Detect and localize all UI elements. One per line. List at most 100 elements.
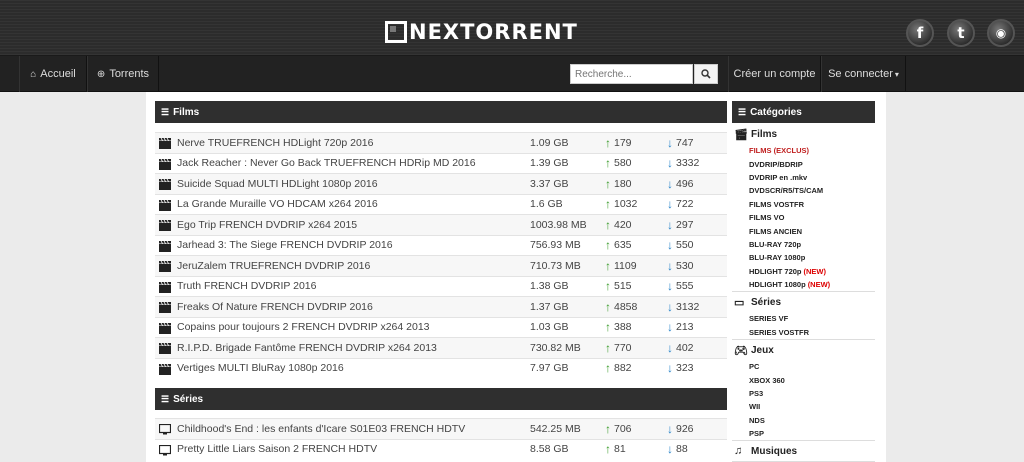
category-item[interactable]: FILMS VO [732, 211, 875, 224]
rss-icon[interactable]: ◉ [987, 19, 1015, 47]
leechers-count: ↓ 3132 [667, 299, 700, 314]
category-item[interactable]: FILMS ANCIEN [732, 224, 875, 237]
torrent-name[interactable]: R.I.P.D. Brigade Fantôme FRENCH DVDRIP x… [177, 342, 437, 354]
category-group: 🎮︎ Jeux PC XBOX 360 PS3 WII NDS PSP [732, 340, 875, 442]
torrent-size: 7.97 GB [530, 362, 569, 375]
category-item[interactable]: SERIES VF [732, 312, 875, 325]
seeders-count: ↑ 580 [605, 156, 632, 171]
arrow-down-icon: ↓ [667, 217, 673, 232]
category-title[interactable]: 🎮︎ Jeux [732, 340, 875, 360]
torrent-size: 1.38 GB [530, 280, 569, 293]
leechers-count: ↓ 402 [667, 340, 694, 355]
arrow-down-icon: ↓ [667, 156, 673, 171]
category-item[interactable]: BLU-RAY 720p [732, 238, 875, 251]
table-row[interactable]: Jack Reacher : Never Go Back TRUEFRENCH … [155, 152, 727, 174]
category-item[interactable]: PC [732, 360, 875, 373]
category-item[interactable]: HDLIGHT 1080p (NEW) [732, 278, 875, 291]
torrent-name[interactable]: Truth FRENCH DVDRIP 2016 [177, 280, 316, 292]
category-item[interactable]: DVDRIP en .mkv [732, 171, 875, 184]
table-row[interactable]: Truth FRENCH DVDRIP 2016 1.38 GB ↑ 515 ↓ 555 [155, 275, 727, 297]
arrow-up-icon: ↑ [605, 320, 611, 335]
table-row[interactable]: Vertiges MULTI BluRay 1080p 2016 7.97 GB ↑… [155, 357, 727, 379]
film-icon [159, 302, 171, 313]
torrent-name[interactable]: La Grande Muraille VO HDCAM x264 2016 [177, 198, 378, 210]
torrent-size: 756.93 MB [530, 239, 581, 252]
arrow-down-icon: ↓ [667, 176, 673, 191]
list-icon: ☰ [161, 393, 170, 404]
category-item[interactable]: BLU-RAY 1080p [732, 251, 875, 264]
new-badge: (NEW) [807, 280, 831, 290]
category-item[interactable]: FILMS (EXCLUS) [732, 144, 875, 157]
table-row[interactable]: Jarhead 3: The Siege FRENCH DVDRIP 2016 7… [155, 234, 727, 256]
leechers-count: ↓ 722 [667, 197, 694, 212]
nav-home[interactable]: ⌂ Accueil [19, 56, 87, 92]
torrent-name[interactable]: Vertiges MULTI BluRay 1080p 2016 [177, 362, 344, 374]
table-row[interactable]: Suicide Squad MULTI HDLight 1080p 2016 3.… [155, 173, 727, 194]
category-item[interactable]: PS3 [732, 387, 875, 400]
torrent-name[interactable]: Ego Trip FRENCH DVDRIP x264 2015 [177, 219, 357, 231]
leechers-count: ↓ 555 [667, 279, 694, 294]
torrent-name[interactable]: Freaks Of Nature FRENCH DVDRIP 2016 [177, 301, 373, 313]
main-navbar: ⌂ Accueil ⊕ Torrents Créer un compte Se … [0, 56, 1024, 92]
films-section-header: ☰ Films [155, 101, 727, 123]
category-item[interactable]: SERIES VOSTFR [732, 326, 875, 339]
torrent-name[interactable]: Childhood's End : les enfants d'Icare S0… [177, 423, 465, 435]
category-item[interactable]: XBOX 360 [732, 373, 875, 386]
search-button[interactable] [694, 64, 718, 84]
seeders-count: ↑ 515 [605, 279, 632, 294]
seeders-count: ↑ 81 [605, 442, 626, 457]
seeders-count: ↑ 4858 [605, 299, 638, 314]
register-link[interactable]: Créer un compte [728, 56, 821, 92]
table-row[interactable]: R.I.P.D. Brigade Fantôme FRENCH DVDRIP x… [155, 337, 727, 358]
table-row[interactable]: Freaks Of Nature FRENCH DVDRIP 2016 1.37 … [155, 296, 727, 317]
list-icon: ☰ [738, 106, 747, 117]
table-row[interactable]: JeruZalem TRUEFRENCH DVDRIP 2016 710.73 M… [155, 255, 727, 276]
table-row[interactable]: Childhood's End : les enfants d'Icare S0… [155, 418, 727, 439]
torrent-name[interactable]: Suicide Squad MULTI HDLight 1080p 2016 [177, 178, 378, 190]
torrent-name[interactable]: Copains pour toujours 2 FRENCH DVDRIP x2… [177, 321, 430, 333]
category-item[interactable]: WII [732, 400, 875, 413]
category-item[interactable]: HDLIGHT 720p (NEW) [732, 265, 875, 278]
category-item[interactable]: FILMS VOSTFR [732, 198, 875, 211]
torrent-size: 8.58 GB [530, 443, 569, 456]
table-row[interactable]: Copains pour toujours 2 FRENCH DVDRIP x2… [155, 316, 727, 338]
torrent-name[interactable]: Pretty Little Liars Saison 2 FRENCH HDTV [177, 443, 377, 455]
search-input[interactable] [570, 64, 693, 84]
category-item[interactable]: DVDRIP/BDRIP [732, 157, 875, 170]
film-icon [159, 158, 171, 170]
arrow-down-icon: ↓ [667, 421, 673, 436]
arrow-up-icon: ↑ [605, 156, 611, 171]
table-row[interactable]: Ego Trip FRENCH DVDRIP x264 2015 1003.98 … [155, 214, 727, 235]
leechers-count: ↓ 926 [667, 421, 694, 436]
series-table: Childhood's End : les enfants d'Icare S0… [155, 418, 727, 459]
leechers-count: ↓ 3332 [667, 156, 700, 171]
film-icon [159, 343, 171, 354]
torrent-name[interactable]: Nerve TRUEFRENCH HDLight 720p 2016 [177, 137, 373, 149]
category-title[interactable]: ♫ Musiques [732, 441, 875, 461]
category-group: ♫ Musiques [732, 441, 875, 462]
site-header: NEXTORRENT f t ◉ [0, 0, 1024, 56]
torrent-name[interactable]: Jarhead 3: The Siege FRENCH DVDRIP 2016 [177, 239, 393, 251]
music-icon: ♫ [734, 445, 743, 458]
category-item[interactable]: NDS [732, 414, 875, 427]
arrow-down-icon: ↓ [667, 361, 673, 376]
category-item[interactable]: DVDSCR/R5/TS/CAM [732, 184, 875, 197]
table-row[interactable]: Nerve TRUEFRENCH HDLight 720p 2016 1.09 G… [155, 132, 727, 153]
categories-sidebar: 🎬︎ Films FILMS (EXCLUS) DVDRIP/BDRIP DVDRIP … [732, 124, 875, 462]
table-row[interactable]: La Grande Muraille VO HDCAM x264 2016 1.6… [155, 193, 727, 215]
leechers-count: ↓ 530 [667, 258, 694, 273]
category-item[interactable]: PSP [732, 427, 875, 440]
categories-header: ☰ Catégories [732, 101, 875, 123]
login-dropdown[interactable]: Se connecter ▾ [821, 56, 906, 92]
nav-torrents[interactable]: ⊕ Torrents [87, 56, 159, 92]
category-title[interactable]: 🎬︎ Films [732, 124, 875, 144]
torrent-name[interactable]: Jack Reacher : Never Go Back TRUEFRENCH … [177, 157, 476, 169]
torrent-name[interactable]: JeruZalem TRUEFRENCH DVDRIP 2016 [177, 260, 370, 272]
site-logo[interactable]: NEXTORRENT [385, 14, 578, 50]
table-row[interactable]: Pretty Little Liars Saison 2 FRENCH HDTV… [155, 438, 727, 460]
category-title[interactable]: ▭ Séries [732, 292, 875, 312]
twitter-icon[interactable]: t [947, 19, 975, 47]
leechers-count: ↓ 297 [667, 217, 694, 232]
tv-icon [159, 444, 171, 455]
facebook-icon[interactable]: f [906, 19, 934, 47]
